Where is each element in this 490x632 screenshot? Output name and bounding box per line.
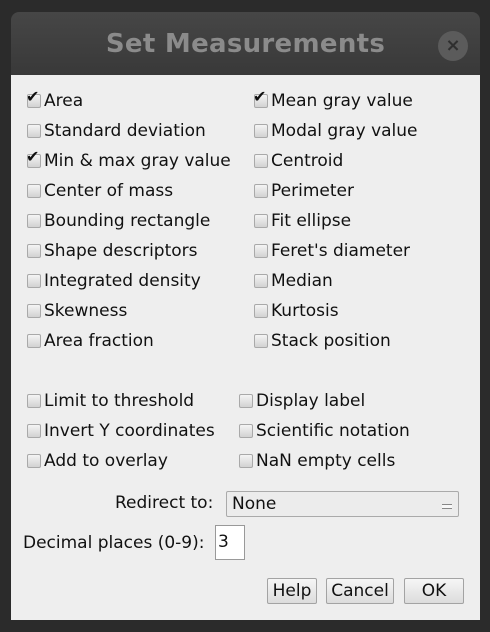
checkbox-box[interactable] <box>239 454 253 468</box>
checkbox-centroid[interactable]: Centroid <box>254 150 343 172</box>
checkbox-box[interactable] <box>254 214 268 228</box>
close-icon[interactable]: × <box>438 31 468 61</box>
checkmark-icon: ✔ <box>26 147 40 166</box>
checkbox-scientific-notation[interactable]: Scientific notation <box>239 420 410 442</box>
checkbox-box[interactable] <box>254 154 268 168</box>
checkbox-label: NaN empty cells <box>256 451 396 471</box>
checkbox-label: Integrated density <box>44 271 201 291</box>
checkbox-min-max-gray-value[interactable]: ✔ Min & max gray value <box>26 149 231 172</box>
checkmark-icon: ✔ <box>26 87 40 106</box>
checkbox-box[interactable] <box>27 274 41 288</box>
checkbox-label: Invert Y coordinates <box>44 421 215 441</box>
checkbox-median[interactable]: Median <box>254 270 333 292</box>
checkmark-icon: ✔ <box>253 87 267 106</box>
checkbox-label: Shape descriptors <box>44 241 198 261</box>
checkbox-invert-y-coordinates[interactable]: Invert Y coordinates <box>27 420 215 442</box>
checkbox-box[interactable] <box>27 124 41 138</box>
checkbox-label: Area fraction <box>44 331 154 351</box>
checkbox-label: Min & max gray value <box>44 151 231 171</box>
checkbox-skewness[interactable]: Skewness <box>27 300 127 322</box>
checkbox-box[interactable] <box>239 394 253 408</box>
checkbox-label: Limit to threshold <box>44 391 195 411</box>
checkbox-label: Center of mass <box>44 181 174 201</box>
checkbox-box[interactable] <box>254 124 268 138</box>
checkbox-box[interactable] <box>254 334 268 348</box>
checkbox-mean-gray-value[interactable]: ✔ Mean gray value <box>253 89 413 112</box>
redirect-label: Redirect to: <box>115 493 214 513</box>
checkbox-box[interactable] <box>254 304 268 318</box>
checkbox-label: Feret's diameter <box>271 241 411 261</box>
checkbox-shape-descriptors[interactable]: Shape descriptors <box>27 240 198 262</box>
checkbox-box[interactable] <box>254 244 268 258</box>
checkbox-box[interactable] <box>27 424 41 438</box>
checkbox-label: Perimeter <box>271 181 354 201</box>
checkbox-box[interactable] <box>239 424 253 438</box>
checkbox-perimeter[interactable]: Perimeter <box>254 180 354 202</box>
checkbox-nan-empty-cells[interactable]: NaN empty cells <box>239 450 395 472</box>
checkbox-box[interactable]: ✔ <box>26 149 41 168</box>
checkbox-box[interactable] <box>27 214 41 228</box>
checkbox-bounding-rectangle[interactable]: Bounding rectangle <box>27 210 210 232</box>
checkbox-integrated-density[interactable]: Integrated density <box>27 270 201 292</box>
dialog-title: Set Measurements <box>105 29 386 59</box>
cancel-button[interactable]: Cancel <box>326 578 394 604</box>
checkbox-label: Bounding rectangle <box>44 211 211 231</box>
checkbox-center-of-mass[interactable]: Center of mass <box>27 180 173 202</box>
checkbox-label: Display label <box>256 391 366 411</box>
checkbox-label: Scientific notation <box>256 421 410 441</box>
dropdown-arrow-icon <box>442 504 452 509</box>
redirect-value: None <box>232 494 277 514</box>
checkbox-display-label[interactable]: Display label <box>239 390 365 412</box>
checkbox-add-to-overlay[interactable]: Add to overlay <box>27 450 168 472</box>
checkbox-box[interactable]: ✔ <box>26 89 41 108</box>
dialog-body: ✔ Area Standard deviation ✔ Min & max gr… <box>11 75 480 620</box>
checkbox-box[interactable] <box>27 304 41 318</box>
checkbox-label: Mean gray value <box>271 91 413 111</box>
checkbox-kurtosis[interactable]: Kurtosis <box>254 300 339 322</box>
ok-button[interactable]: OK <box>404 578 464 604</box>
checkbox-label: Standard deviation <box>44 121 206 141</box>
checkbox-label: Stack position <box>271 331 391 351</box>
checkbox-box[interactable]: ✔ <box>253 89 268 108</box>
checkbox-label: Median <box>271 271 333 291</box>
checkbox-area[interactable]: ✔ Area <box>26 89 84 112</box>
decimal-places-label: Decimal places (0-9): <box>23 533 205 553</box>
checkbox-limit-to-threshold[interactable]: Limit to threshold <box>27 390 194 412</box>
checkbox-stack-position[interactable]: Stack position <box>254 330 391 352</box>
checkbox-box[interactable] <box>27 454 41 468</box>
checkbox-label: Modal gray value <box>271 121 418 141</box>
checkbox-box[interactable] <box>27 394 41 408</box>
checkbox-box[interactable] <box>27 244 41 258</box>
checkbox-fit-ellipse[interactable]: Fit ellipse <box>254 210 351 232</box>
checkbox-modal-gray-value[interactable]: Modal gray value <box>254 120 418 142</box>
checkbox-label: Add to overlay <box>44 451 168 471</box>
checkbox-box[interactable] <box>254 274 268 288</box>
checkbox-area-fraction[interactable]: Area fraction <box>27 330 154 352</box>
checkbox-label: Fit ellipse <box>271 211 352 231</box>
checkbox-label: Centroid <box>271 151 344 171</box>
checkbox-box[interactable] <box>27 334 41 348</box>
redirect-select[interactable]: None <box>226 491 459 517</box>
title-bar: Set Measurements × <box>11 12 480 75</box>
checkbox-box[interactable] <box>27 184 41 198</box>
checkbox-ferets-diameter[interactable]: Feret's diameter <box>254 240 410 262</box>
help-button[interactable]: Help <box>267 578 317 604</box>
decimal-places-input[interactable]: 3 <box>215 525 245 560</box>
checkbox-label: Kurtosis <box>271 301 339 321</box>
checkbox-standard-deviation[interactable]: Standard deviation <box>27 120 206 142</box>
checkbox-box[interactable] <box>254 184 268 198</box>
checkbox-label: Area <box>44 91 84 111</box>
checkbox-label: Skewness <box>44 301 128 321</box>
